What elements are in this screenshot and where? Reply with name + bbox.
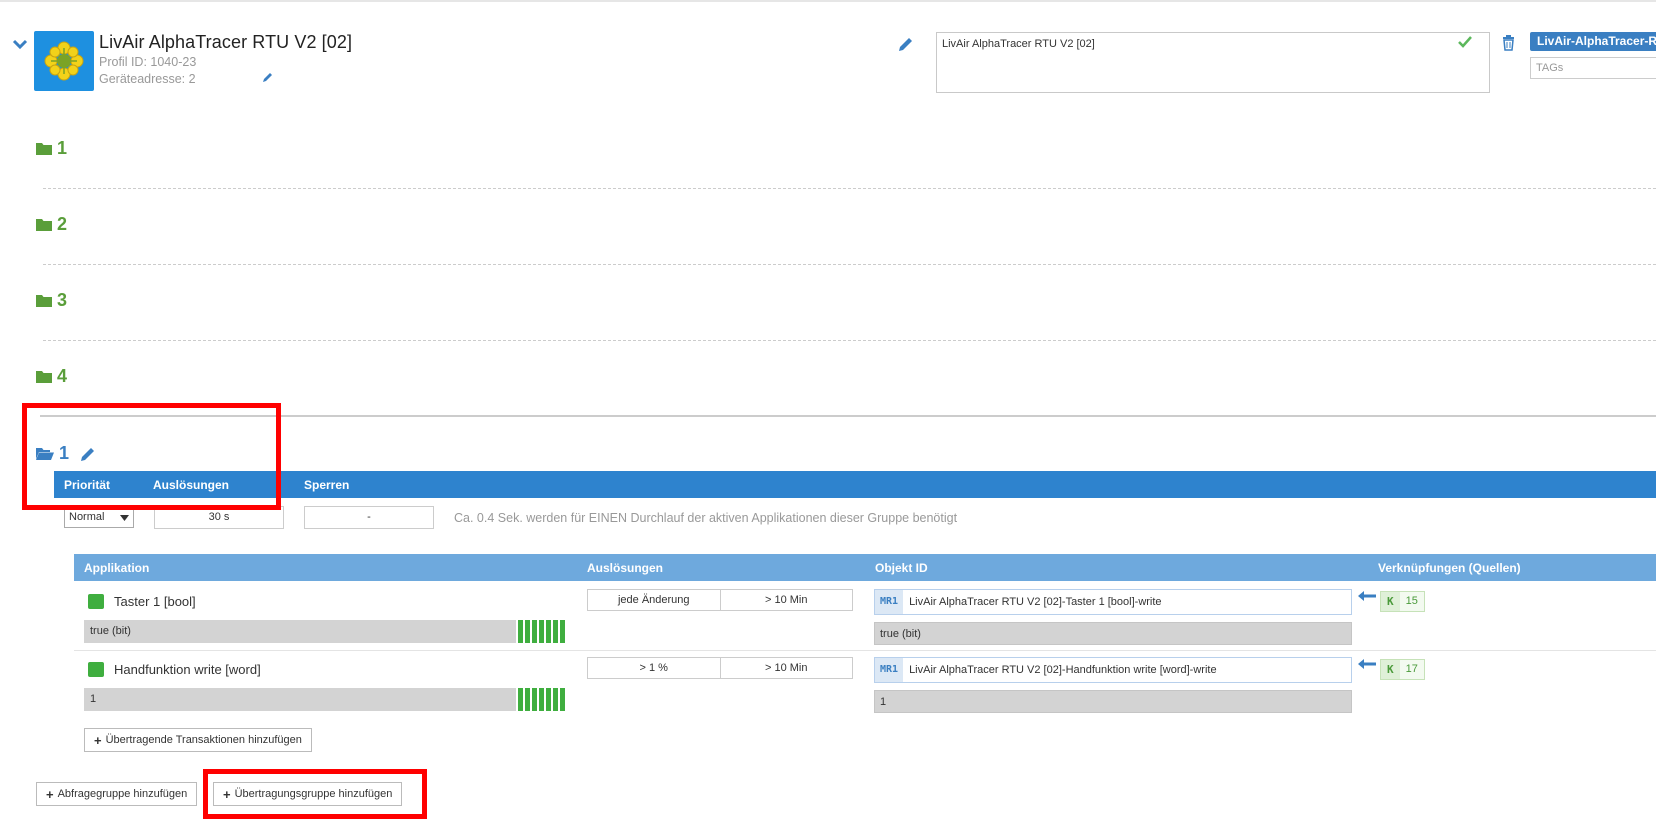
lock-input[interactable]: -: [304, 506, 434, 529]
priority-select-value: Normal: [69, 511, 105, 523]
trigger-change[interactable]: jede Änderung: [588, 590, 720, 610]
object-id-field[interactable]: MR1 LivAir AlphaTracer RTU V2 [02]-Handf…: [874, 657, 1352, 683]
tags-input[interactable]: TAGs: [1530, 57, 1656, 79]
query-group-folder[interactable]: 4: [36, 366, 67, 387]
query-group-folder[interactable]: 1: [36, 138, 67, 159]
active-status-indicator: [88, 594, 104, 609]
object-value: 1: [874, 690, 1352, 713]
mr-badge: MR1: [875, 590, 904, 614]
object-value: true (bit): [874, 622, 1352, 645]
query-group-folder[interactable]: 2: [36, 214, 67, 235]
link-source-badge[interactable]: K 15: [1380, 591, 1425, 612]
group-divider: [43, 340, 1656, 341]
edit-address-pencil-icon[interactable]: [262, 71, 274, 86]
priority-select[interactable]: Normal: [64, 507, 134, 528]
transfer-group-header: Priorität Auslösungen Sperren: [54, 471, 1656, 498]
collapse-chevron-icon[interactable]: [12, 38, 28, 53]
applications-header: Applikation Auslösungen Objekt ID Verknü…: [74, 554, 1656, 581]
application-name-cell[interactable]: Taster 1 [bool]: [88, 594, 196, 609]
folder-icon: [36, 295, 52, 307]
query-group-label: 4: [57, 366, 68, 386]
query-group-label: 3: [57, 290, 68, 310]
add-transactions-label: Übertragende Transaktionen hinzufügen: [105, 734, 302, 746]
chevron-down-icon: [120, 515, 129, 521]
mr-badge: MR1: [875, 658, 904, 682]
trigger-time[interactable]: > 10 Min: [719, 658, 853, 678]
edit-description-pencil-icon[interactable]: [898, 36, 914, 55]
query-group-label: 1: [57, 138, 68, 158]
link-arrow-left-icon: [1358, 589, 1376, 607]
folder-icon: [36, 219, 52, 231]
section-divider: [40, 415, 1656, 417]
link-type-k: K: [1381, 660, 1400, 679]
device-title: LivAir AlphaTracer RTU V2 [02]: [99, 32, 353, 52]
signal-strength-bars: [518, 620, 566, 643]
object-id-text: LivAir AlphaTracer RTU V2 [02]-Taster 1 …: [909, 596, 1162, 608]
group-divider: [43, 188, 1656, 189]
trigger-settings[interactable]: > 1 % > 10 Min: [587, 657, 853, 679]
object-id-field[interactable]: MR1 LivAir AlphaTracer RTU V2 [02]-Taste…: [874, 589, 1352, 615]
signal-strength-bars: [518, 688, 566, 711]
add-query-group-button[interactable]: + Abfragegruppe hinzufügen: [36, 782, 198, 806]
object-id-text: LivAir AlphaTracer RTU V2 [02]-Handfunkt…: [909, 664, 1217, 676]
application-name: Handfunktion write [word]: [114, 662, 261, 677]
delete-trash-icon[interactable]: [1502, 35, 1515, 54]
trigger-time[interactable]: > 10 Min: [719, 590, 853, 610]
description-textarea[interactable]: LivAir AlphaTracer RTU V2 [02]: [936, 32, 1490, 93]
triggers-column-header: Auslösungen: [587, 561, 664, 575]
link-count: 17: [1399, 660, 1424, 679]
link-count: 15: [1399, 592, 1424, 611]
profile-id: Profil ID: 1040-23: [99, 55, 197, 69]
folder-icon: [36, 143, 52, 155]
application-name-cell[interactable]: Handfunktion write [word]: [88, 662, 261, 677]
highlight-box-add-transfer-group: [203, 769, 427, 819]
application-value: 1: [84, 688, 516, 711]
group-divider: [43, 264, 1656, 265]
query-group-label: 2: [57, 214, 68, 234]
add-query-group-label: Abfragegruppe hinzufügen: [57, 788, 188, 800]
device-tag-badge[interactable]: LivAir-AlphaTracer-RT: [1530, 32, 1656, 51]
object-id-column-header: Objekt ID: [875, 561, 928, 575]
folder-icon: [36, 371, 52, 383]
confirm-check-icon[interactable]: [1458, 36, 1472, 51]
query-group-folder[interactable]: 3: [36, 290, 67, 311]
row-divider: [74, 650, 1656, 651]
links-column-header: Verknüpfungen (Quellen): [1378, 561, 1521, 575]
application-column-header: Applikation: [84, 561, 150, 575]
device-address: Geräteadresse: 2: [99, 72, 196, 86]
trigger-change[interactable]: > 1 %: [588, 658, 720, 678]
top-divider: [0, 0, 1656, 2]
application-value: true (bit): [84, 620, 516, 643]
plus-icon: +: [94, 732, 102, 748]
link-type-k: K: [1381, 592, 1400, 611]
device-logo: [34, 31, 94, 91]
cycle-time-info: Ca. 0.4 Sek. werden für EINEN Durchlauf …: [454, 511, 958, 525]
plus-icon: +: [46, 786, 54, 802]
trigger-settings[interactable]: jede Änderung > 10 Min: [587, 589, 853, 611]
locks-header: Sperren: [304, 478, 350, 492]
highlight-box-transfer-group: [22, 403, 281, 510]
active-status-indicator: [88, 662, 104, 677]
link-arrow-left-icon: [1358, 657, 1376, 675]
link-source-badge[interactable]: K 17: [1380, 659, 1425, 680]
application-name: Taster 1 [bool]: [114, 594, 196, 609]
add-transactions-button[interactable]: + Übertragende Transaktionen hinzufügen: [84, 728, 312, 752]
